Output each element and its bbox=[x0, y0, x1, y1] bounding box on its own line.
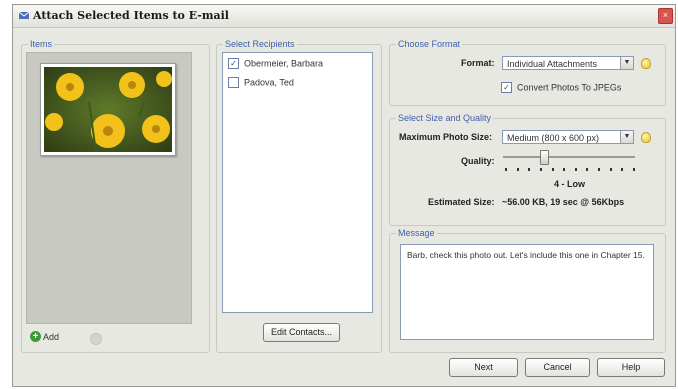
recipient-name: Padova, Ted bbox=[244, 77, 294, 88]
chevron-down-icon[interactable]: ▼ bbox=[620, 131, 633, 143]
recipient-checkbox[interactable]: ✓ bbox=[228, 58, 239, 70]
format-label: Format: bbox=[461, 58, 495, 68]
estimated-size-value: ~56.00 KB, 19 sec @ 56Kbps bbox=[502, 197, 625, 207]
edit-contacts-button[interactable]: Edit Contacts... bbox=[263, 323, 340, 342]
quality-tick bbox=[505, 168, 507, 171]
add-label[interactable]: Add bbox=[43, 332, 59, 342]
recipients-list[interactable]: ✓ Obermeier, Barbara Padova, Ted bbox=[222, 52, 373, 313]
quality-tick bbox=[621, 168, 624, 171]
max-size-value: Medium (800 x 600 px) bbox=[507, 133, 600, 143]
format-panel-label: Choose Format bbox=[396, 39, 463, 49]
convert-jpeg-option[interactable]: ✓ Convert Photos To JPEGs bbox=[501, 80, 621, 94]
recipient-checkbox[interactable] bbox=[228, 77, 239, 89]
message-textarea[interactable]: Barb, check this photo out. Let's includ… bbox=[400, 244, 654, 340]
quality-label: Quality: bbox=[461, 156, 495, 166]
next-button[interactable]: Next bbox=[449, 358, 518, 377]
flower-photo bbox=[44, 67, 172, 152]
recipient-item[interactable]: Padova, Ted bbox=[228, 75, 294, 89]
lightbulb-icon[interactable] bbox=[641, 132, 651, 143]
format-select-value: Individual Attachments bbox=[507, 59, 598, 69]
title-bar: Attach Selected Items to E-mail × bbox=[13, 5, 675, 28]
items-list[interactable] bbox=[26, 52, 192, 324]
quality-tick bbox=[609, 168, 612, 171]
convert-jpeg-checkbox[interactable]: ✓ bbox=[501, 82, 512, 94]
max-size-label: Maximum Photo Size: bbox=[399, 132, 493, 142]
photo-thumbnail[interactable] bbox=[40, 63, 176, 156]
max-size-select[interactable]: Medium (800 x 600 px) ▼ bbox=[502, 130, 634, 144]
help-button[interactable]: Help bbox=[597, 358, 665, 377]
items-panel-label: Items bbox=[28, 39, 55, 49]
dialog-title: Attach Selected Items to E-mail bbox=[33, 9, 229, 22]
chevron-down-icon[interactable]: ▼ bbox=[620, 57, 633, 69]
quality-slider-track[interactable] bbox=[503, 156, 635, 158]
quality-tick bbox=[586, 168, 589, 171]
quality-tick bbox=[539, 168, 542, 171]
quality-tick bbox=[528, 168, 531, 171]
add-control[interactable]: + Add bbox=[30, 331, 102, 345]
message-text: Barb, check this photo out. Let's includ… bbox=[407, 250, 645, 260]
quality-tick bbox=[633, 168, 635, 171]
quality-tick bbox=[551, 168, 554, 171]
recipient-name: Obermeier, Barbara bbox=[244, 58, 324, 69]
estimated-size-label: Estimated Size: bbox=[428, 197, 495, 207]
format-panel: Choose Format bbox=[389, 39, 666, 106]
add-plus-icon[interactable]: + bbox=[30, 331, 41, 343]
message-panel-label: Message bbox=[396, 228, 437, 238]
quality-value: 4 - Low bbox=[554, 179, 585, 189]
recipient-item[interactable]: ✓ Obermeier, Barbara bbox=[228, 56, 323, 70]
remove-icon[interactable] bbox=[90, 333, 102, 345]
cancel-button[interactable]: Cancel bbox=[525, 358, 590, 377]
size-quality-panel-label: Select Size and Quality bbox=[396, 113, 494, 123]
quality-tick bbox=[516, 168, 519, 171]
recipients-panel-label: Select Recipients bbox=[223, 39, 297, 49]
lightbulb-icon[interactable] bbox=[641, 58, 651, 69]
quality-slider-thumb[interactable] bbox=[540, 150, 550, 165]
email-attach-icon bbox=[19, 11, 29, 19]
quality-tick bbox=[574, 168, 577, 171]
close-button[interactable]: × bbox=[658, 8, 673, 24]
quality-tick bbox=[598, 168, 601, 171]
format-select[interactable]: Individual Attachments ▼ bbox=[502, 56, 634, 70]
convert-jpeg-label: Convert Photos To JPEGs bbox=[517, 82, 622, 93]
quality-tick bbox=[563, 168, 566, 171]
